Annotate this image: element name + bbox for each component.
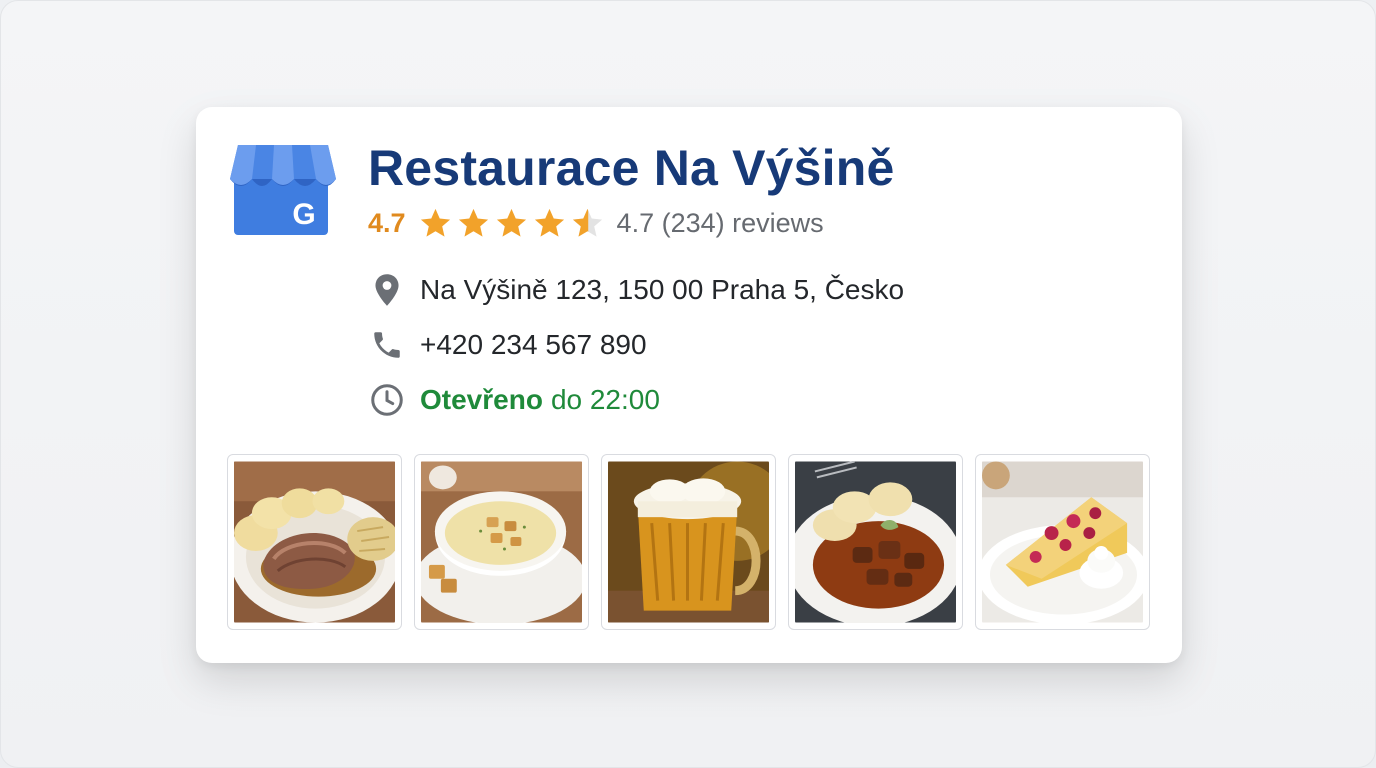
- fruit-cake-image: [982, 461, 1143, 623]
- star-icon: [534, 208, 564, 237]
- photo-beer-mug[interactable]: [601, 454, 776, 630]
- beer-mug-image: [608, 461, 769, 623]
- photo-gallery: [227, 454, 1150, 630]
- hours-row[interactable]: Otevřeno do 22:00: [368, 381, 660, 419]
- photo-garlic-soup[interactable]: [414, 454, 589, 630]
- hours-until: do 22:00: [550, 384, 660, 415]
- phone-icon: [368, 326, 406, 364]
- rating-value: 4.7: [368, 207, 406, 238]
- address-row[interactable]: Na Výšině 123, 150 00 Praha 5, Česko: [368, 271, 904, 309]
- phone-row[interactable]: +420 234 567 890: [368, 326, 647, 364]
- star-half-icon: [572, 208, 602, 237]
- svg-text:G: G: [292, 198, 315, 231]
- address-text: Na Výšině 123, 150 00 Praha 5, Česko: [420, 274, 905, 305]
- photo-roast-pork-dumplings[interactable]: [227, 454, 402, 630]
- garlic-soup-image: [421, 461, 582, 623]
- goulash-image: [795, 461, 956, 623]
- star-rating: [418, 206, 605, 241]
- photo-fruit-cake[interactable]: [975, 454, 1150, 630]
- star-icon: [420, 208, 450, 237]
- star-icon: [458, 208, 488, 237]
- phone-text: +420 234 567 890: [420, 329, 647, 360]
- roast-pork-image: [234, 461, 395, 623]
- location-pin-icon: [368, 271, 406, 309]
- clock-icon: [368, 381, 406, 419]
- background-frame: G Restaurace Na Výšině 4.7 4.7 (234) rev…: [0, 0, 1376, 768]
- star-icon: [496, 208, 526, 237]
- google-my-business-icon: G: [230, 145, 336, 235]
- rating-row[interactable]: 4.7 4.7 (234) reviews: [368, 205, 824, 241]
- reviews-count[interactable]: 4.7 (234) reviews: [617, 208, 824, 239]
- hours-status: Otevřeno: [420, 384, 543, 415]
- photo-goulash-dumplings[interactable]: [788, 454, 963, 630]
- business-card: G Restaurace Na Výšině 4.7 4.7 (234) rev…: [196, 107, 1182, 663]
- business-name: Restaurace Na Výšině: [368, 140, 895, 196]
